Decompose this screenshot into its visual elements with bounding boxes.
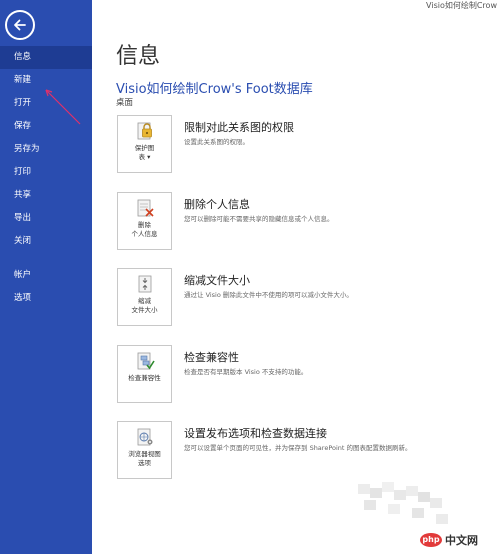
site-watermark: php 中文网 (420, 531, 496, 549)
pixelated-overlay (348, 478, 458, 532)
nav-item-print[interactable]: 打印 (0, 161, 92, 184)
annotation-arrow (45, 89, 81, 125)
nav-item-options[interactable]: 选项 (0, 287, 92, 310)
check-compatibility-button[interactable]: 检查兼容性 (117, 345, 172, 403)
tile-label: 浏览器视图 选项 (128, 450, 161, 467)
file-location: 桌面 (116, 98, 134, 108)
action-reduce-file-size: 缩减 文件大小 缩减文件大小 通过让 Visio 删除此文件中不使用的项可以减小… (117, 268, 497, 328)
action-title: 缩减文件大小 (184, 274, 250, 287)
action-description: 您可以删除可能不需要共享的隐藏信息或个人信息。 (184, 215, 334, 223)
action-description: 设置此关系图的权限。 (184, 138, 249, 146)
watermark-badge: php (420, 533, 442, 547)
nav-item-close[interactable]: 关闭 (0, 230, 92, 253)
nav-item-account[interactable]: 帐户 (0, 264, 92, 287)
nav-item-export[interactable]: 导出 (0, 207, 92, 230)
tile-label: 删除 个人信息 (131, 221, 158, 238)
nav-item-save-as[interactable]: 另存为 (0, 138, 92, 161)
reduce-file-size-button[interactable]: 缩减 文件大小 (117, 268, 172, 326)
action-title: 检查兼容性 (184, 351, 239, 364)
compress-icon (138, 275, 151, 293)
action-title: 设置发布选项和检查数据连接 (184, 427, 327, 440)
tile-label: 缩减 文件大小 (131, 297, 158, 314)
browser-view-options-button[interactable]: 浏览器视图 选项 (117, 421, 172, 479)
action-description: 通过让 Visio 删除此文件中不使用的项可以减小文件大小。 (184, 291, 353, 299)
nav-item-share[interactable]: 共享 (0, 184, 92, 207)
compatibility-icon (137, 352, 155, 370)
file-title: Visio如何绘制Crow's Foot数据库 (116, 82, 313, 97)
remove-personal-info-button[interactable]: 删除 个人信息 (117, 192, 172, 250)
browser-view-icon (137, 428, 152, 446)
lock-icon (137, 122, 152, 140)
action-publish-options: 浏览器视图 选项 设置发布选项和检查数据连接 您可以设置单个页面的可见性，并为保… (117, 421, 497, 481)
action-check-compatibility: 检查兼容性 检查兼容性 检查是否有早期版本 Visio 不支持的功能。 (117, 345, 497, 405)
remove-info-icon (137, 199, 154, 217)
page-title: 信息 (116, 44, 161, 69)
nav-divider (0, 253, 92, 264)
action-title: 限制对此关系图的权限 (184, 121, 294, 134)
action-title: 删除个人信息 (184, 198, 250, 211)
action-protect-diagram: 保护图 表 ▾ 限制对此关系图的权限 设置此关系图的权限。 (117, 115, 497, 175)
watermark-text: 中文网 (445, 534, 478, 547)
action-description: 检查是否有早期版本 Visio 不支持的功能。 (184, 368, 308, 376)
tile-label: 检查兼容性 (128, 374, 161, 382)
tile-label: 保护图 表 ▾ (134, 144, 155, 161)
action-description: 您可以设置单个页面的可见性，并为保存到 SharePoint 的图表配置数据刷新… (184, 444, 412, 452)
window-title: Visio如何绘制Crow (426, 1, 497, 10)
protect-diagram-button[interactable]: 保护图 表 ▾ (117, 115, 172, 173)
action-remove-personal-info: 删除 个人信息 删除个人信息 您可以删除可能不需要共享的隐藏信息或个人信息。 (117, 192, 497, 252)
